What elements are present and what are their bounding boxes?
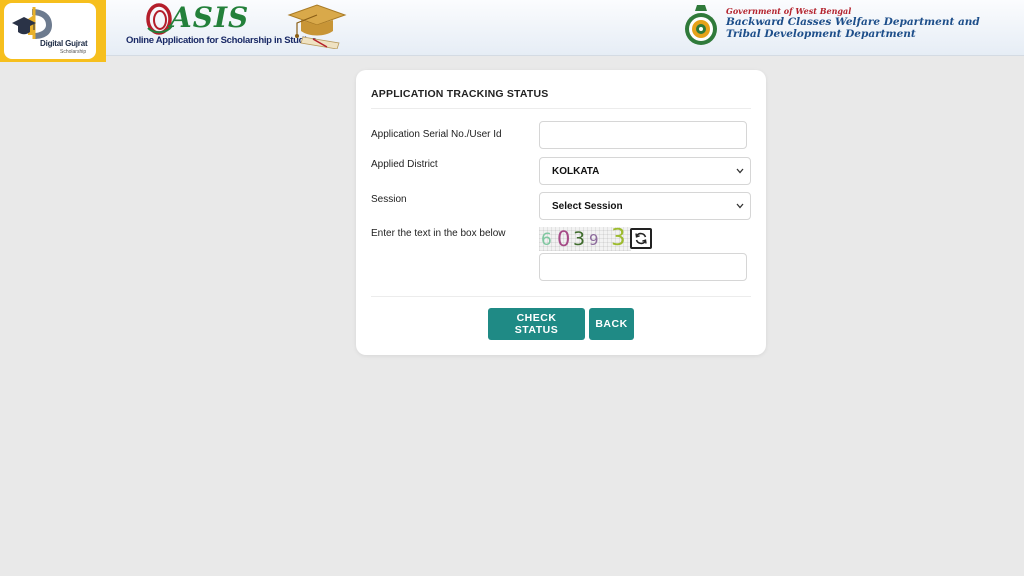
graduation-cap-icon [287,4,347,49]
serial-number-label: Application Serial No./User Id [371,129,502,140]
chevron-down-icon [736,203,744,209]
page-title: APPLICATION TRACKING STATUS [371,88,549,100]
captcha-char: 9 [589,231,599,249]
site-header: Digital Gujrat Scholarship ASIS Online A… [0,0,1024,62]
digital-gujarat-title: Digital Gujrat [40,39,88,48]
captcha-char: 3 [611,225,626,251]
digital-gujarat-badge[interactable]: Digital Gujrat Scholarship [0,0,106,62]
captcha-input[interactable] [539,253,747,281]
captcha-char: 6 [541,230,552,250]
session-label: Session [371,194,407,205]
department-title-line-1: Backward Classes Welfare Department and [726,16,980,28]
captcha-label: Enter the text in the box below [371,228,506,239]
department-title-line-2: Tribal Development Department [726,28,916,40]
refresh-icon [635,232,647,245]
digital-gujarat-logo-icon [12,7,52,39]
captcha-char: 3 [573,228,586,250]
district-selected-value: KOLKATA [552,166,600,177]
government-title: Government of West Bengal [726,6,852,16]
actions-divider [371,296,751,297]
captcha-refresh-button[interactable] [630,228,652,249]
title-divider [371,108,751,109]
oasis-wordmark: ASIS [170,1,250,34]
digital-gujarat-subtitle: Scholarship [60,49,87,55]
digital-gujarat-logo: Digital Gujrat Scholarship [4,3,96,59]
captcha-char: 0 [557,227,571,251]
district-label: Applied District [371,159,438,170]
back-button[interactable]: BACK [589,308,634,340]
tracking-status-card: APPLICATION TRACKING STATUS Application … [356,70,766,355]
chevron-down-icon [736,168,744,174]
district-select[interactable]: KOLKATA [539,157,751,185]
check-status-button[interactable]: CHECK STATUS [488,308,585,340]
session-selected-value: Select Session [552,201,623,212]
emblem-icon [685,5,717,45]
captcha-image: 6 0 3 9 3 [539,225,631,251]
serial-number-input[interactable] [539,121,747,149]
session-select[interactable]: Select Session [539,192,751,220]
